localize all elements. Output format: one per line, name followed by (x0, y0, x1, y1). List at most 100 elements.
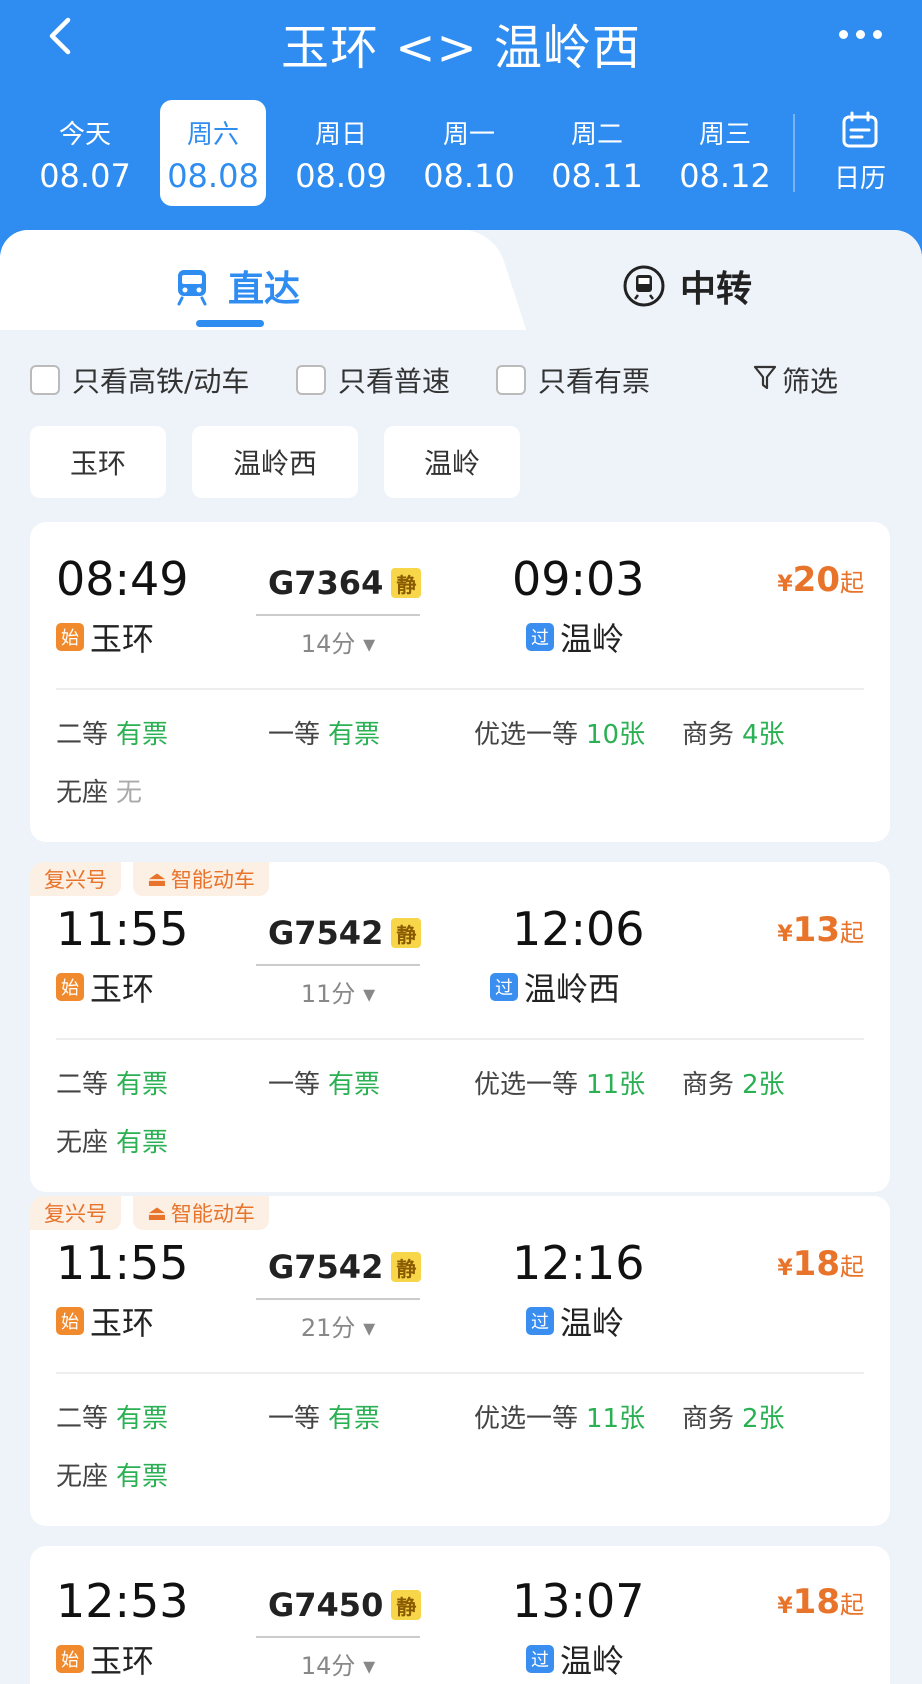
train-card[interactable]: 12:53 始 玉环 G7450 静 14分 ▾ 13:07 过 温岭 ¥18起 (30, 1546, 890, 1684)
train-card[interactable]: 08:49 始 玉环 G7364 静 14分 ▾ 09:03 过 温岭 ¥20起… (30, 522, 890, 842)
checkbox[interactable] (296, 365, 326, 395)
duration-toggle[interactable]: 21分 ▾ (256, 1308, 420, 1343)
departure-station: 始 玉环 (56, 614, 154, 660)
train-card[interactable]: 复兴号 ⏏ 智能动车 11:55 始 玉环 G7542 静 11分 ▾ 12:06… (30, 862, 890, 1192)
seat-label: 商务 (682, 1070, 735, 1100)
filter-normal-speed[interactable]: 只看普速 (296, 360, 450, 400)
quiet-car-badge: 静 (391, 918, 422, 948)
date-weekday: 周一 (442, 120, 495, 150)
date-tab[interactable]: 周一 08.10 (416, 100, 522, 206)
duration-toggle[interactable]: 11分 ▾ (256, 974, 420, 1009)
arrival-station-name: 温岭 (560, 1642, 625, 1680)
tab-direct[interactable]: 直达 (170, 260, 300, 312)
seat-availability: 有票 (328, 720, 381, 750)
price-value: 20 (792, 560, 840, 600)
smart-emu-tag: ⏏ 智能动车 (133, 862, 269, 896)
tab-transfer-label: 中转 (680, 269, 753, 310)
date-weekday: 周日 (314, 120, 367, 150)
checkbox[interactable] (496, 365, 526, 395)
chevron-down-icon: ▾ (363, 630, 376, 658)
filter-label: 只看有票 (538, 365, 651, 398)
train-number: G7364 静 (268, 564, 422, 602)
seat-availability: 2张 (742, 1404, 785, 1434)
seat-label: 一等 (268, 1070, 321, 1100)
duration-line (256, 1636, 420, 1638)
seat-availability: 有票 (328, 1404, 381, 1434)
departure-station: 始 玉环 (56, 964, 154, 1010)
date-day: 08.10 (423, 157, 515, 195)
price-currency: ¥ (777, 572, 793, 597)
filter-label: 只看高铁/动车 (72, 365, 250, 398)
price: ¥20起 (777, 560, 864, 600)
date-tab[interactable]: 今天 08.07 (32, 100, 138, 206)
pass-through-badge: 过 (490, 973, 518, 1001)
arrival-station-name: 温岭 (560, 1304, 625, 1342)
route-title: 玉环 <> 温岭西 (281, 20, 641, 76)
funnel-icon (752, 362, 778, 399)
seat-availability: 有票 (116, 1404, 169, 1434)
pass-through-badge: 过 (526, 623, 554, 651)
duration-toggle[interactable]: 14分 ▾ (256, 624, 420, 659)
date-weekday: 周二 (570, 120, 623, 150)
date-weekday: 周六 (186, 120, 239, 150)
origin-badge: 始 (56, 1307, 84, 1335)
train-number-text: G7364 (268, 564, 384, 602)
filter-available[interactable]: 只看有票 (496, 360, 650, 400)
date-day: 08.11 (551, 157, 643, 195)
divider (56, 1038, 864, 1040)
station-chip[interactable]: 温岭西 (192, 426, 358, 498)
main-content: 直达 中转 只看高铁/动车 只看普速 只看有票 筛选 玉环 温岭西 温岭 08:… (0, 230, 922, 1684)
seat-label: 无座 (56, 1128, 109, 1158)
arrival-time: 12:06 (512, 902, 645, 956)
date-tab[interactable]: 周二 08.11 (544, 100, 650, 206)
date-tab[interactable]: 周三 08.12 (672, 100, 778, 206)
calendar-button[interactable]: 日历 (810, 110, 910, 195)
origin-badge: 始 (56, 973, 84, 1001)
train-number: G7542 静 (268, 1248, 422, 1286)
filter-button[interactable]: 筛选 (752, 360, 838, 400)
date-day: 08.08 (167, 157, 259, 195)
train-icon: ⏏ (147, 867, 167, 891)
duration-line (256, 1298, 420, 1300)
departure-station: 始 玉环 (56, 1636, 154, 1682)
date-weekday: 今天 (58, 120, 111, 150)
date-tab[interactable]: 周日 08.09 (288, 100, 394, 206)
calendar-icon (842, 111, 878, 148)
duration-text: 11分 (300, 980, 356, 1008)
seat-label: 二等 (56, 1070, 109, 1100)
seat-availability: 有票 (328, 1070, 381, 1100)
seat-label: 二等 (56, 720, 109, 750)
seat-premium-first: 优选一等 11张 (474, 1398, 645, 1435)
more-options-icon[interactable] (839, 30, 882, 39)
seat-label: 优选一等 (474, 1070, 579, 1100)
station-chip[interactable]: 玉环 (30, 426, 166, 498)
fuxing-tag: 复兴号 (30, 1196, 121, 1230)
price-value: 18 (792, 1582, 840, 1622)
seat-second-class: 二等 有票 (56, 1398, 168, 1435)
filter-bar: 只看高铁/动车 只看普速 只看有票 筛选 (30, 360, 910, 410)
departure-station-name: 玉环 (90, 1304, 155, 1342)
price-currency: ¥ (777, 1594, 793, 1619)
seat-availability: 11张 (586, 1070, 646, 1100)
arrival-station-name: 温岭西 (524, 970, 621, 1008)
price-value: 18 (792, 1244, 840, 1284)
train-tags: 复兴号 ⏏ 智能动车 (30, 1196, 269, 1230)
train-icon (177, 270, 207, 306)
train-card[interactable]: 复兴号 ⏏ 智能动车 11:55 始 玉环 G7542 静 21分 ▾ 12:16… (30, 1196, 890, 1526)
seat-availability: 无 (116, 778, 143, 808)
seat-label: 商务 (682, 1404, 735, 1434)
seat-standing: 无座 有票 (56, 1456, 168, 1493)
duration-line (256, 964, 420, 966)
seat-standing: 无座无 (56, 772, 142, 809)
filter-high-speed[interactable]: 只看高铁/动车 (30, 360, 249, 400)
price-suffix: 起 (840, 919, 864, 947)
duration-toggle[interactable]: 14分 ▾ (256, 1646, 420, 1681)
date-tab-selected[interactable]: 周六 08.08 (160, 100, 266, 206)
seat-label: 一等 (268, 720, 321, 750)
filter-label: 只看普速 (338, 365, 451, 398)
arrival-station: 过 温岭 (526, 1636, 624, 1682)
tab-transfer[interactable]: 中转 (622, 260, 752, 312)
station-chip[interactable]: 温岭 (384, 426, 520, 498)
chevron-down-icon: ▾ (363, 1652, 376, 1680)
checkbox[interactable] (30, 365, 60, 395)
